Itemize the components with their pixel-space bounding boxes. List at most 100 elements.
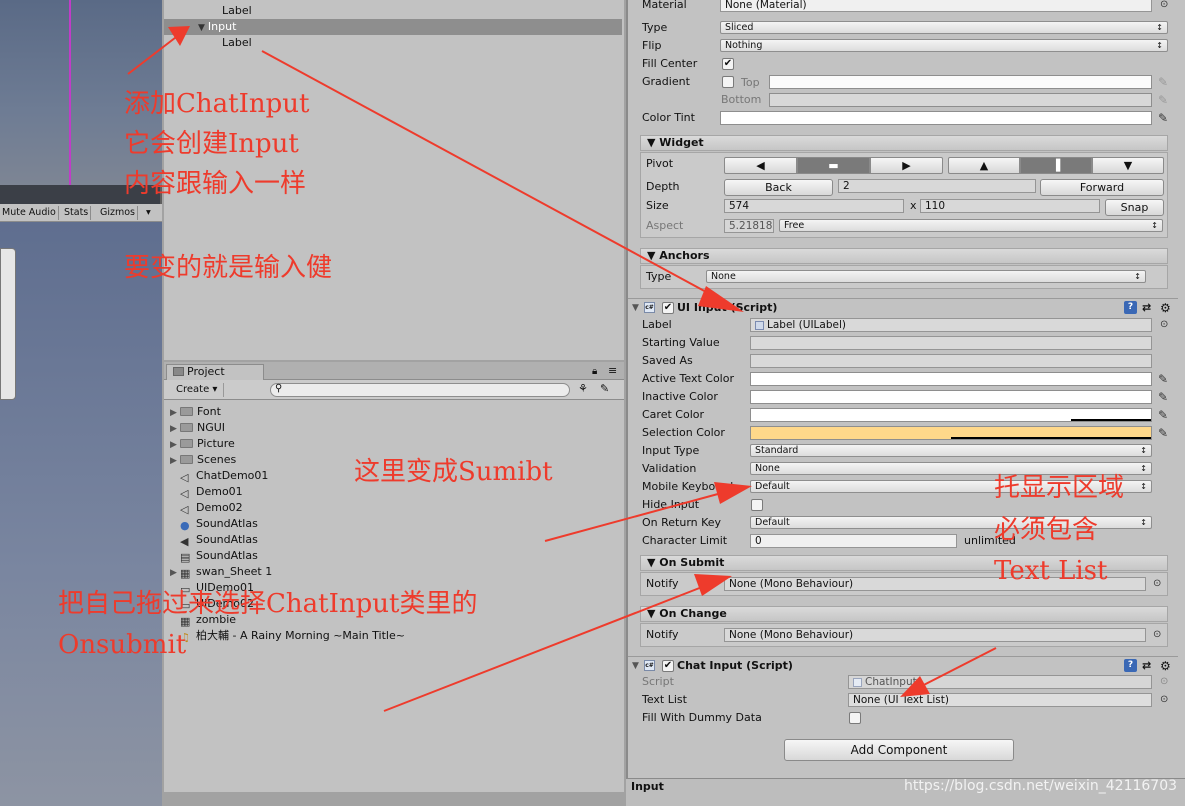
hierarchy-item[interactable]: Label (164, 3, 622, 19)
anchors-type-dropdown[interactable]: None (706, 270, 1146, 283)
color-tint-field[interactable] (720, 111, 1152, 125)
list-item[interactable]: ◀ SoundAtlas (170, 532, 258, 548)
list-item[interactable]: ◁ ChatDemo01 (170, 468, 268, 484)
gizmos-button[interactable]: Gizmos (98, 206, 139, 220)
list-item[interactable]: ▶ Picture (170, 436, 235, 452)
snap-button[interactable]: Snap (1105, 199, 1164, 216)
gradient-bottom-color[interactable] (769, 93, 1152, 107)
caret-color-field[interactable] (750, 408, 1152, 422)
eyedropper-icon[interactable]: ✎ (1158, 93, 1168, 107)
material-field[interactable]: None (Material) (720, 0, 1152, 12)
on-change-notify-label: Notify (646, 628, 679, 641)
list-item[interactable]: ♫ 柏大輔 - A Rainy Morning ~Main Title~ (170, 628, 405, 644)
mute-audio-button[interactable]: Mute Audio (0, 206, 59, 220)
game-view[interactable] (0, 222, 162, 806)
filter-by-label-icon[interactable]: ✎ (600, 382, 609, 395)
lock-icon[interactable]: 🔒︎ (592, 366, 597, 377)
size-height-field[interactable]: 110 (920, 199, 1100, 213)
object-picker-icon[interactable]: ⊙ (1153, 577, 1163, 591)
list-item[interactable]: ◁ Demo01 (170, 484, 243, 500)
inactive-color-field[interactable] (750, 390, 1152, 404)
material-label: Material (642, 0, 687, 11)
material-sphere-icon: ● (180, 519, 190, 532)
eyedropper-icon[interactable]: ✎ (1158, 372, 1168, 386)
list-item[interactable]: ▶ Scenes (170, 452, 236, 468)
depth-back-button[interactable]: Back (724, 179, 833, 196)
type-dropdown[interactable]: Sliced (720, 21, 1168, 34)
component-enabled-checkbox[interactable]: ✔ (662, 660, 674, 672)
expand-arrow-icon[interactable]: ▶ (170, 565, 180, 581)
list-item[interactable]: ◁ Demo02 (170, 500, 243, 516)
pivot-bottom-button[interactable]: ▼ (1092, 157, 1164, 174)
eyedropper-icon[interactable]: ✎ (1158, 426, 1168, 440)
create-dropdown[interactable]: Create ▾ (170, 383, 224, 397)
eyedropper-icon[interactable]: ✎ (1158, 390, 1168, 404)
add-component-button[interactable]: Add Component (784, 739, 1014, 761)
gizmos-dropdown-icon[interactable]: ▾ (144, 206, 153, 220)
active-text-color-field[interactable] (750, 372, 1152, 386)
input-type-dropdown[interactable]: Standard (750, 444, 1152, 457)
pivot-middle-button[interactable]: ▐ (1020, 157, 1092, 174)
stats-button[interactable]: Stats (62, 206, 92, 220)
list-item-label: SoundAtlas (196, 517, 258, 530)
gradient-checkbox[interactable] (722, 76, 734, 88)
hierarchy-item[interactable]: Label (164, 35, 622, 51)
saved-as-field[interactable] (750, 354, 1152, 368)
tab-project[interactable]: Project (166, 364, 264, 380)
eyedropper-icon[interactable]: ✎ (1158, 408, 1168, 422)
object-picker-icon[interactable]: ⊙ (1160, 693, 1170, 707)
list-item[interactable]: ▶ ▦ swan_Sheet 1 (170, 564, 272, 580)
filter-by-type-icon[interactable]: ⚘ (578, 382, 588, 395)
starting-value-field[interactable] (750, 336, 1152, 350)
panel-menu-icon[interactable]: ≡ (608, 364, 617, 377)
depth-field[interactable]: 2 (838, 179, 1036, 193)
preset-icon[interactable]: ⇄ (1142, 657, 1151, 675)
gear-icon[interactable]: ⚙ (1160, 657, 1171, 675)
pivot-top-button[interactable]: ▲ (948, 157, 1020, 174)
help-icon[interactable]: ? (1124, 659, 1137, 672)
list-item[interactable]: ● SoundAtlas (170, 516, 258, 532)
expand-arrow-icon[interactable]: ▶ (170, 405, 180, 421)
text-list-field[interactable]: None (UI Text List) (848, 693, 1152, 707)
on-change-notify-field[interactable]: None (Mono Behaviour) (724, 628, 1146, 642)
label-object-field[interactable]: Label (UILabel) (750, 318, 1152, 332)
expand-arrow-icon[interactable]: ▶ (170, 437, 180, 453)
pivot-right-button[interactable]: ▶ (870, 157, 943, 174)
gradient-top-color[interactable] (769, 75, 1152, 89)
expand-arrow-icon[interactable]: ▶ (170, 421, 180, 437)
list-item[interactable]: ▤ SoundAtlas (170, 548, 258, 564)
flip-dropdown[interactable]: Nothing (720, 39, 1168, 52)
fill-center-checkbox[interactable]: ✔ (722, 58, 734, 70)
widget-section-header[interactable]: ▼ Widget (640, 135, 1168, 151)
anchors-section-header[interactable]: ▼ Anchors (640, 248, 1168, 264)
search-input[interactable]: ⚲ (270, 383, 570, 397)
help-icon[interactable]: ? (1124, 301, 1137, 314)
object-picker-icon[interactable]: ⊙ (1153, 628, 1163, 642)
expand-arrow-icon[interactable]: ▶ (170, 453, 180, 469)
on-change-section-header[interactable]: ▼ On Change (640, 606, 1168, 622)
foldout-arrow-icon[interactable]: ▼ (632, 657, 639, 675)
fill-dummy-data-checkbox[interactable] (849, 712, 861, 724)
chat-input-component-header[interactable]: ▼ c# ✔ Chat Input (Script) ? ⇄ ⚙ (628, 656, 1178, 674)
component-enabled-checkbox[interactable]: ✔ (662, 302, 674, 314)
character-limit-field[interactable]: 0 (750, 534, 957, 548)
object-picker-icon[interactable]: ⊙ (1160, 318, 1170, 332)
eyedropper-icon[interactable]: ✎ (1158, 111, 1168, 125)
expand-arrow-icon[interactable]: ▼ (198, 23, 205, 33)
pivot-left-button[interactable]: ◀ (724, 157, 797, 174)
object-picker-icon[interactable]: ⊙ (1160, 0, 1170, 12)
gear-icon[interactable]: ⚙ (1160, 299, 1171, 317)
eyedropper-icon[interactable]: ✎ (1158, 75, 1168, 89)
pivot-center-button[interactable]: ▬ (797, 157, 870, 174)
depth-forward-button[interactable]: Forward (1040, 179, 1164, 196)
size-width-field[interactable]: 574 (724, 199, 904, 213)
hierarchy-item-selected[interactable]: ▼ Input (164, 19, 622, 35)
foldout-arrow-icon[interactable]: ▼ (632, 299, 639, 317)
aspect-mode-dropdown[interactable]: Free (779, 219, 1163, 232)
hide-input-checkbox[interactable] (751, 499, 763, 511)
ui-input-component-header[interactable]: ▼ c# ✔ UI Input (Script) ? ⇄ ⚙ (628, 298, 1178, 316)
list-item[interactable]: ▶ NGUI (170, 420, 225, 436)
preset-icon[interactable]: ⇄ (1142, 299, 1151, 317)
selection-color-field[interactable] (750, 426, 1152, 440)
list-item[interactable]: ▶ Font (170, 404, 221, 420)
